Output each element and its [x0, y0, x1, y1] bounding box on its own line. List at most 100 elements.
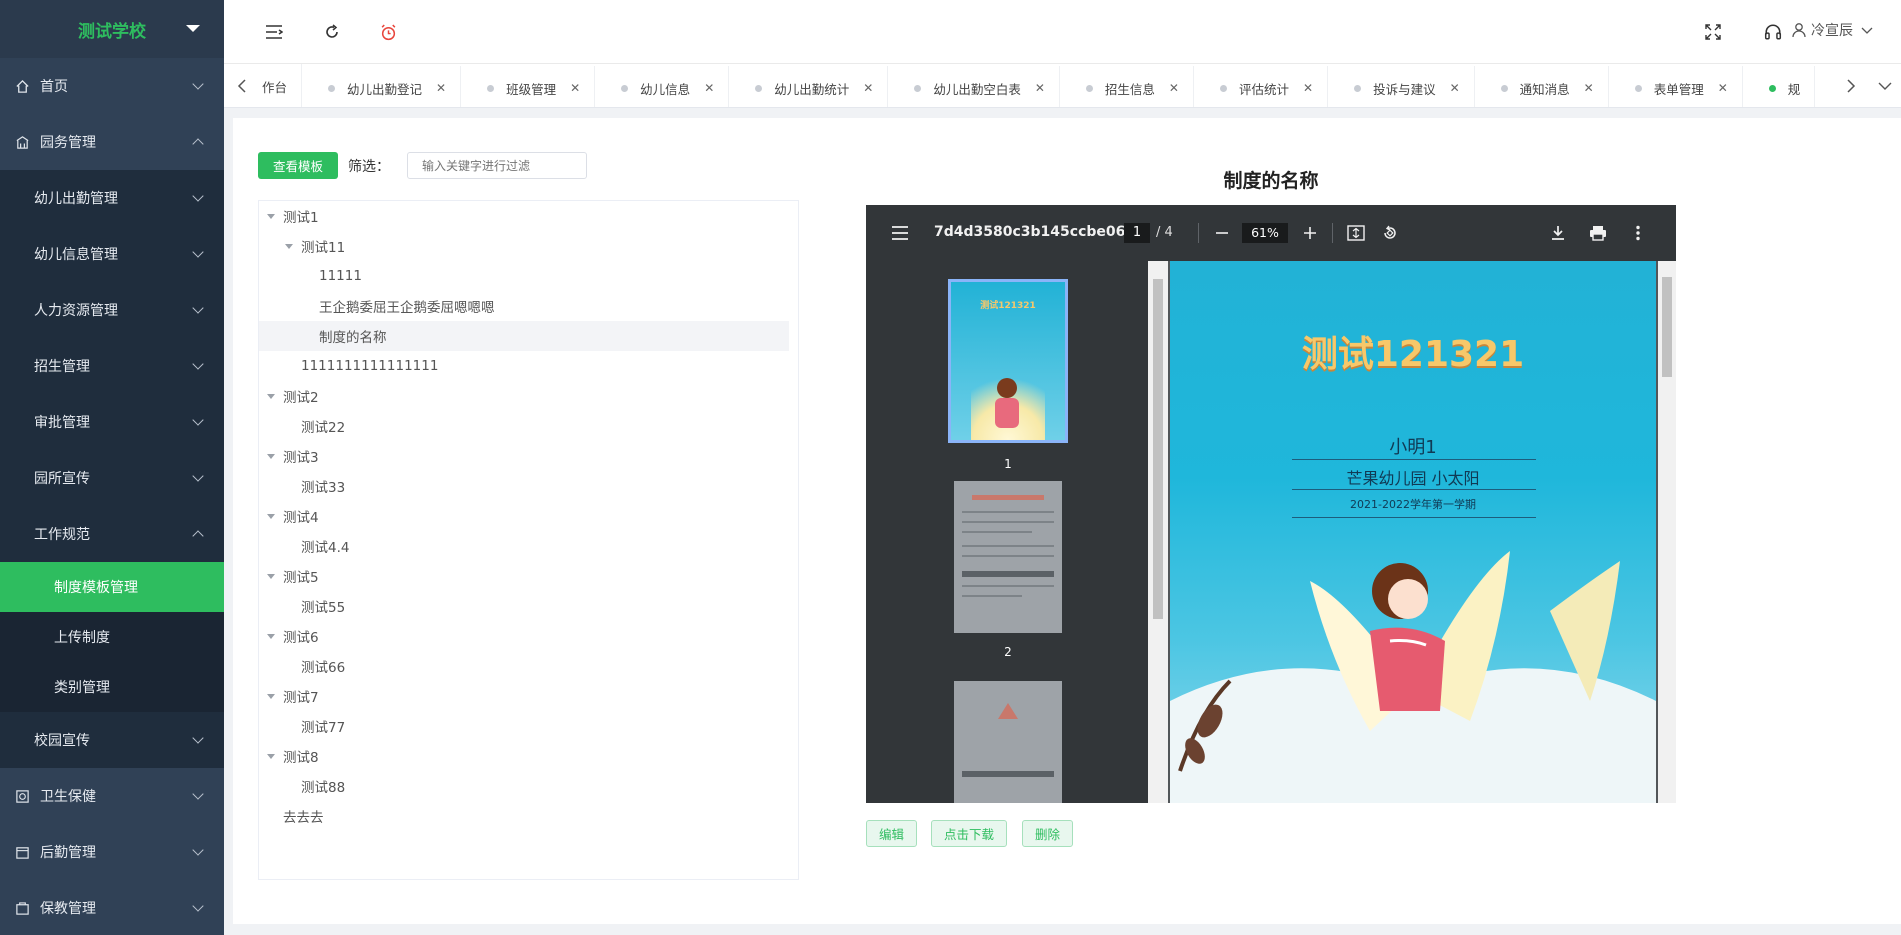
- menu-fold-icon[interactable]: [264, 22, 284, 42]
- close-icon[interactable]: ✕: [1450, 81, 1460, 95]
- close-icon[interactable]: ✕: [1169, 81, 1179, 95]
- thumbnail-page-1[interactable]: 测试121321: [948, 279, 1068, 443]
- caret-down-icon[interactable]: [267, 633, 275, 639]
- tree-node[interactable]: 测试66: [259, 651, 798, 681]
- fit-page-icon[interactable]: [1346, 223, 1366, 243]
- edit-button[interactable]: 编辑: [866, 820, 918, 847]
- view-template-button[interactable]: 查看模板: [258, 152, 338, 179]
- download-icon[interactable]: [1548, 223, 1568, 243]
- tree-node[interactable]: 测试3: [259, 441, 798, 471]
- close-icon[interactable]: ✕: [570, 81, 580, 95]
- headset-icon[interactable]: [1763, 22, 1783, 42]
- tree-node[interactable]: 王企鹅委屈王企鹅委屈嗯嗯嗯: [259, 291, 798, 321]
- sidebar-item-category-mgmt[interactable]: 类别管理: [0, 662, 224, 712]
- tree-node[interactable]: 测试55: [259, 591, 798, 621]
- caret-down-icon[interactable]: [267, 573, 275, 579]
- thumbnail-page-3[interactable]: [954, 681, 1062, 803]
- hamburger-menu-icon[interactable]: [890, 223, 910, 243]
- zoom-in-icon[interactable]: [1300, 223, 1320, 243]
- sidebar-item-attendance[interactable]: 幼儿出勤管理: [0, 170, 224, 226]
- tab-attendance-blank[interactable]: 幼儿出勤空白表 ✕: [888, 66, 1060, 107]
- delete-button[interactable]: 删除: [1022, 820, 1074, 847]
- tree-node[interactable]: 测试4: [259, 501, 798, 531]
- sidebar-item-hr[interactable]: 人力资源管理: [0, 282, 224, 338]
- tree-node[interactable]: 测试6: [259, 621, 798, 651]
- tree-node[interactable]: 去去去: [259, 801, 798, 831]
- sidebar-item-approval[interactable]: 审批管理: [0, 394, 224, 450]
- user-menu[interactable]: 冷宣辰: [1791, 20, 1873, 40]
- more-vertical-icon[interactable]: [1628, 223, 1648, 243]
- close-icon[interactable]: ✕: [1584, 81, 1594, 95]
- tree-node[interactable]: 测试4.4: [259, 531, 798, 561]
- tabs-next-icon[interactable]: [1841, 76, 1861, 96]
- fullscreen-icon[interactable]: [1703, 22, 1723, 42]
- tree-node[interactable]: 测试11: [259, 231, 798, 261]
- sidebar-item-education[interactable]: 保教管理: [0, 880, 224, 935]
- refresh-icon[interactable]: [322, 22, 342, 42]
- alarm-clock-icon[interactable]: [378, 22, 398, 42]
- close-icon[interactable]: ✕: [1035, 81, 1045, 95]
- zoom-level[interactable]: 61%: [1242, 223, 1288, 243]
- sidebar-item-affairs[interactable]: 园务管理: [0, 114, 224, 170]
- caret-down-icon[interactable]: [267, 453, 275, 459]
- close-icon[interactable]: ✕: [436, 81, 446, 95]
- tab-class-mgmt[interactable]: 班级管理 ✕: [461, 66, 596, 107]
- sidebar-item-work-rules[interactable]: 工作规范: [0, 506, 224, 562]
- scrollbar-thumb[interactable]: [1153, 279, 1163, 619]
- caret-down-icon[interactable]: [267, 513, 275, 519]
- tree-node[interactable]: 测试22: [259, 411, 798, 441]
- close-icon[interactable]: ✕: [863, 81, 873, 95]
- tree-node[interactable]: 测试5: [259, 561, 798, 591]
- sidebar-item-promotion[interactable]: 园所宣传: [0, 450, 224, 506]
- tabs-dropdown-icon[interactable]: [1875, 76, 1895, 96]
- tree-node[interactable]: 测试2: [259, 381, 798, 411]
- caret-down-icon[interactable]: [267, 213, 275, 219]
- tab-evaluation-stats[interactable]: 评估统计 ✕: [1194, 66, 1329, 107]
- filter-input[interactable]: [407, 152, 587, 179]
- sidebar-item-home[interactable]: 首页: [0, 58, 224, 114]
- tab-complaints[interactable]: 投诉与建议 ✕: [1328, 66, 1475, 107]
- brand-header[interactable]: 测试学校: [0, 0, 224, 58]
- sidebar-item-child-info[interactable]: 幼儿信息管理: [0, 226, 224, 282]
- close-icon[interactable]: ✕: [704, 81, 714, 95]
- pdf-scrollbar[interactable]: [1658, 261, 1676, 803]
- page-number-input[interactable]: 1: [1124, 223, 1150, 243]
- caret-down-icon[interactable]: [267, 393, 275, 399]
- close-icon[interactable]: ✕: [1718, 81, 1728, 95]
- tree-node[interactable]: 测试8: [259, 741, 798, 771]
- sidebar-item-campus-promo[interactable]: 校园宣传: [0, 712, 224, 768]
- thumbnail-scrollbar[interactable]: [1148, 261, 1168, 803]
- tree-node[interactable]: 11111: [259, 261, 798, 291]
- tab-enrollment-info[interactable]: 招生信息 ✕: [1060, 66, 1194, 107]
- tab-workbench[interactable]: 作台: [262, 64, 303, 107]
- tree-node[interactable]: 测试1: [259, 201, 798, 231]
- tree-node[interactable]: 测试77: [259, 711, 798, 741]
- tree-node-selected[interactable]: 制度的名称: [259, 321, 789, 351]
- tree-node[interactable]: 测试7: [259, 681, 798, 711]
- sidebar-item-upload-rules[interactable]: 上传制度: [0, 612, 224, 662]
- sidebar-item-enrollment[interactable]: 招生管理: [0, 338, 224, 394]
- tree-node[interactable]: 测试33: [259, 471, 798, 501]
- caret-down-icon[interactable]: [267, 693, 275, 699]
- rotate-icon[interactable]: [1380, 223, 1400, 243]
- close-icon[interactable]: ✕: [1303, 81, 1313, 95]
- scrollbar-thumb[interactable]: [1662, 277, 1672, 377]
- sidebar-item-logistics[interactable]: 后勤管理: [0, 824, 224, 880]
- sidebar-item-health[interactable]: 卫生保健: [0, 768, 224, 824]
- tab-attendance-stats[interactable]: 幼儿出勤统计 ✕: [729, 66, 889, 107]
- tab-rules-active[interactable]: 规: [1743, 66, 1816, 107]
- tab-attendance-register[interactable]: 幼儿出勤登记 ✕: [302, 66, 462, 107]
- sidebar-item-template-mgmt[interactable]: 制度模板管理: [0, 562, 224, 612]
- tabs-prev-icon[interactable]: [232, 76, 252, 96]
- tab-notifications[interactable]: 通知消息 ✕: [1475, 66, 1609, 107]
- download-button[interactable]: 点击下载: [931, 820, 1008, 847]
- tree-node[interactable]: 测试88: [259, 771, 798, 801]
- tab-form-mgmt[interactable]: 表单管理 ✕: [1609, 66, 1743, 107]
- thumbnail-page-2[interactable]: [954, 481, 1062, 633]
- caret-down-icon[interactable]: [267, 753, 275, 759]
- caret-down-icon[interactable]: [186, 25, 200, 32]
- zoom-out-icon[interactable]: [1212, 223, 1232, 243]
- tree-node[interactable]: 1111111111111111: [259, 351, 798, 381]
- caret-down-icon[interactable]: [285, 243, 293, 249]
- print-icon[interactable]: [1588, 223, 1608, 243]
